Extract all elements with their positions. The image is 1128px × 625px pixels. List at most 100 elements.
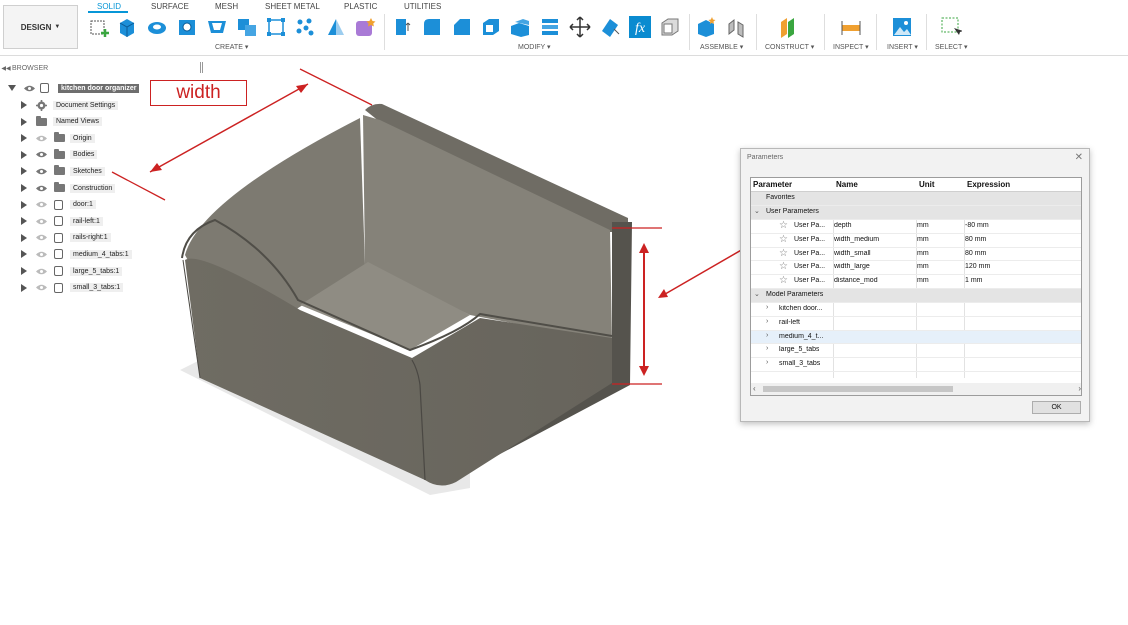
scroll-thumb[interactable] — [763, 386, 953, 392]
parameter-expression-cell[interactable]: 80 mm — [965, 250, 986, 257]
draft-icon[interactable] — [509, 16, 531, 38]
parameter-expression-cell[interactable]: 120 mm — [965, 263, 990, 270]
model-parameter-row[interactable]: › small_3_tabs — [751, 358, 1081, 372]
workspace-switcher-button[interactable]: DESIGN ▼ — [3, 5, 78, 49]
parameter-expression-cell[interactable]: 80 mm — [965, 236, 986, 243]
parameter-unit-cell: mm — [917, 222, 929, 229]
favorite-star-icon[interactable]: ☆ — [779, 220, 788, 231]
shell-modify-icon[interactable] — [480, 16, 502, 38]
model-parameter-row[interactable]: › large_5_tabs — [751, 344, 1081, 359]
parameter-name-cell: width_large — [834, 263, 870, 271]
chevron-right-icon[interactable]: › — [766, 345, 768, 352]
user-parameter-row[interactable]: ☆ User Pa... distance_mod mm 1 mm — [751, 275, 1081, 289]
parameters-dialog: Parameters ✕ Parameter Name Unit Express… — [740, 148, 1090, 422]
extrude-icon[interactable] — [116, 16, 138, 38]
tab-sheet-metal[interactable]: SHEET METAL — [265, 2, 320, 11]
parameter-expression-cell[interactable]: 1 mm — [965, 277, 983, 284]
workspace-label: DESIGN — [20, 22, 52, 32]
rectangular-pattern-icon[interactable] — [294, 16, 316, 38]
tab-plastic[interactable]: PLASTIC — [344, 2, 377, 11]
favorites-row[interactable]: Favorites — [751, 192, 1081, 206]
parameter-expression-cell[interactable]: -80 mm — [965, 222, 989, 229]
favorite-star-icon[interactable]: ☆ — [779, 234, 788, 245]
tab-mesh[interactable]: MESH — [215, 2, 238, 11]
physical-material-icon[interactable] — [659, 16, 681, 38]
chevron-right-icon[interactable]: › — [766, 304, 768, 311]
press-pull-icon[interactable] — [392, 16, 414, 38]
favorite-star-icon[interactable]: ☆ — [779, 275, 788, 286]
revolve-icon[interactable] — [146, 16, 168, 38]
measure-icon[interactable] — [840, 16, 862, 38]
joint-icon[interactable] — [726, 16, 748, 38]
user-parameters-label: User Parameters — [766, 208, 819, 215]
tab-utilities[interactable]: UTILITIES — [404, 2, 441, 11]
create-menu[interactable]: CREATE ▾ — [215, 43, 248, 51]
construct-menu[interactable]: CONSTRUCT ▾ — [765, 43, 814, 51]
move-copy-icon[interactable] — [569, 16, 591, 38]
inspect-menu[interactable]: INSPECT ▾ — [833, 43, 869, 51]
model-parameters-section[interactable]: ⌄ Model Parameters — [751, 289, 1081, 303]
user-parameter-row[interactable]: ☆ User Pa... width_medium mm 80 mm — [751, 234, 1081, 248]
select-window-icon[interactable] — [940, 16, 962, 38]
chevron-down-icon[interactable]: ⌄ — [754, 207, 760, 215]
toolbar-divider — [876, 14, 877, 50]
parameter-unit-cell: mm — [917, 235, 929, 243]
new-component-icon[interactable] — [696, 16, 718, 38]
create-label: CREATE — [215, 44, 243, 51]
hole-icon[interactable] — [176, 16, 198, 38]
tab-surface[interactable]: SURFACE — [151, 2, 189, 11]
scroll-right-icon[interactable]: › — [1078, 384, 1081, 393]
column-header-unit[interactable]: Unit — [919, 180, 935, 189]
scale-icon[interactable] — [539, 16, 561, 38]
insert-image-icon[interactable] — [891, 16, 913, 38]
mirror-icon[interactable] — [325, 16, 347, 38]
model-parameter-row[interactable]: › medium_4_t... — [751, 330, 1081, 345]
modify-menu[interactable]: MODIFY ▾ — [518, 43, 551, 51]
parameter-type-cell: User Pa... — [794, 263, 826, 271]
offset-plane-icon[interactable] — [778, 16, 800, 38]
toolbar-divider — [689, 14, 690, 50]
model-parameter-row[interactable]: › kitchen door... — [751, 303, 1081, 317]
column-header-expression[interactable]: Expression — [967, 180, 1010, 189]
tab-solid[interactable]: SOLID — [97, 2, 121, 11]
chevron-right-icon[interactable]: › — [766, 332, 768, 339]
combine-icon[interactable] — [236, 16, 258, 38]
user-parameter-row[interactable]: ☆ User Pa... width_small mm 80 mm — [751, 248, 1081, 262]
model-parameter-row[interactable]: › rail-left — [751, 317, 1081, 331]
create-sketch-icon[interactable] — [88, 16, 110, 38]
align-icon[interactable] — [599, 16, 621, 38]
toolbar-divider — [926, 14, 927, 50]
favorite-star-icon[interactable]: ☆ — [779, 261, 788, 272]
pattern-icon[interactable] — [265, 16, 287, 38]
close-icon[interactable]: ✕ — [1075, 152, 1083, 163]
parameter-type-cell: User Pa... — [794, 277, 826, 285]
horizontal-scrollbar[interactable]: ‹ › — [751, 383, 1081, 395]
model-parameters-label: Model Parameters — [766, 291, 824, 298]
user-parameter-row[interactable]: ☆ User Pa... depth mm -80 mm — [751, 220, 1081, 234]
form-icon[interactable] — [354, 16, 376, 38]
insert-menu[interactable]: INSERT ▾ — [887, 43, 918, 51]
width-extension-line — [299, 68, 373, 106]
chamfer-icon[interactable] — [451, 16, 473, 38]
scroll-left-icon[interactable]: ‹ — [753, 384, 756, 393]
ok-button[interactable]: OK — [1032, 401, 1081, 414]
fillet-icon[interactable] — [421, 16, 443, 38]
toolbar: DESIGN ▼ SOLID SURFACE MESH SHEET METAL … — [0, 0, 1128, 56]
parameter-unit-cell: mm — [917, 263, 929, 271]
change-parameters-icon[interactable]: fx — [629, 16, 651, 38]
parameter-unit-cell: mm — [917, 249, 929, 257]
column-header-parameter[interactable]: Parameter — [753, 180, 792, 189]
modify-label: MODIFY — [518, 44, 546, 51]
parameter-name-cell: width_small — [834, 249, 871, 257]
chevron-down-icon[interactable]: ⌄ — [754, 290, 760, 298]
user-parameter-row[interactable]: ☆ User Pa... width_large mm 120 mm — [751, 261, 1081, 276]
select-menu[interactable]: SELECT ▾ — [935, 43, 968, 51]
column-header-name[interactable]: Name — [836, 180, 858, 189]
chevron-right-icon[interactable]: › — [766, 359, 768, 366]
favorite-star-icon[interactable]: ☆ — [779, 248, 788, 259]
user-parameters-section[interactable]: ⌄ User Parameters — [751, 206, 1081, 220]
chevron-right-icon[interactable]: › — [766, 318, 768, 325]
shell-icon[interactable] — [206, 16, 228, 38]
model-parameter-label: medium_4_t... — [779, 332, 824, 340]
assemble-menu[interactable]: ASSEMBLE ▾ — [700, 43, 743, 51]
